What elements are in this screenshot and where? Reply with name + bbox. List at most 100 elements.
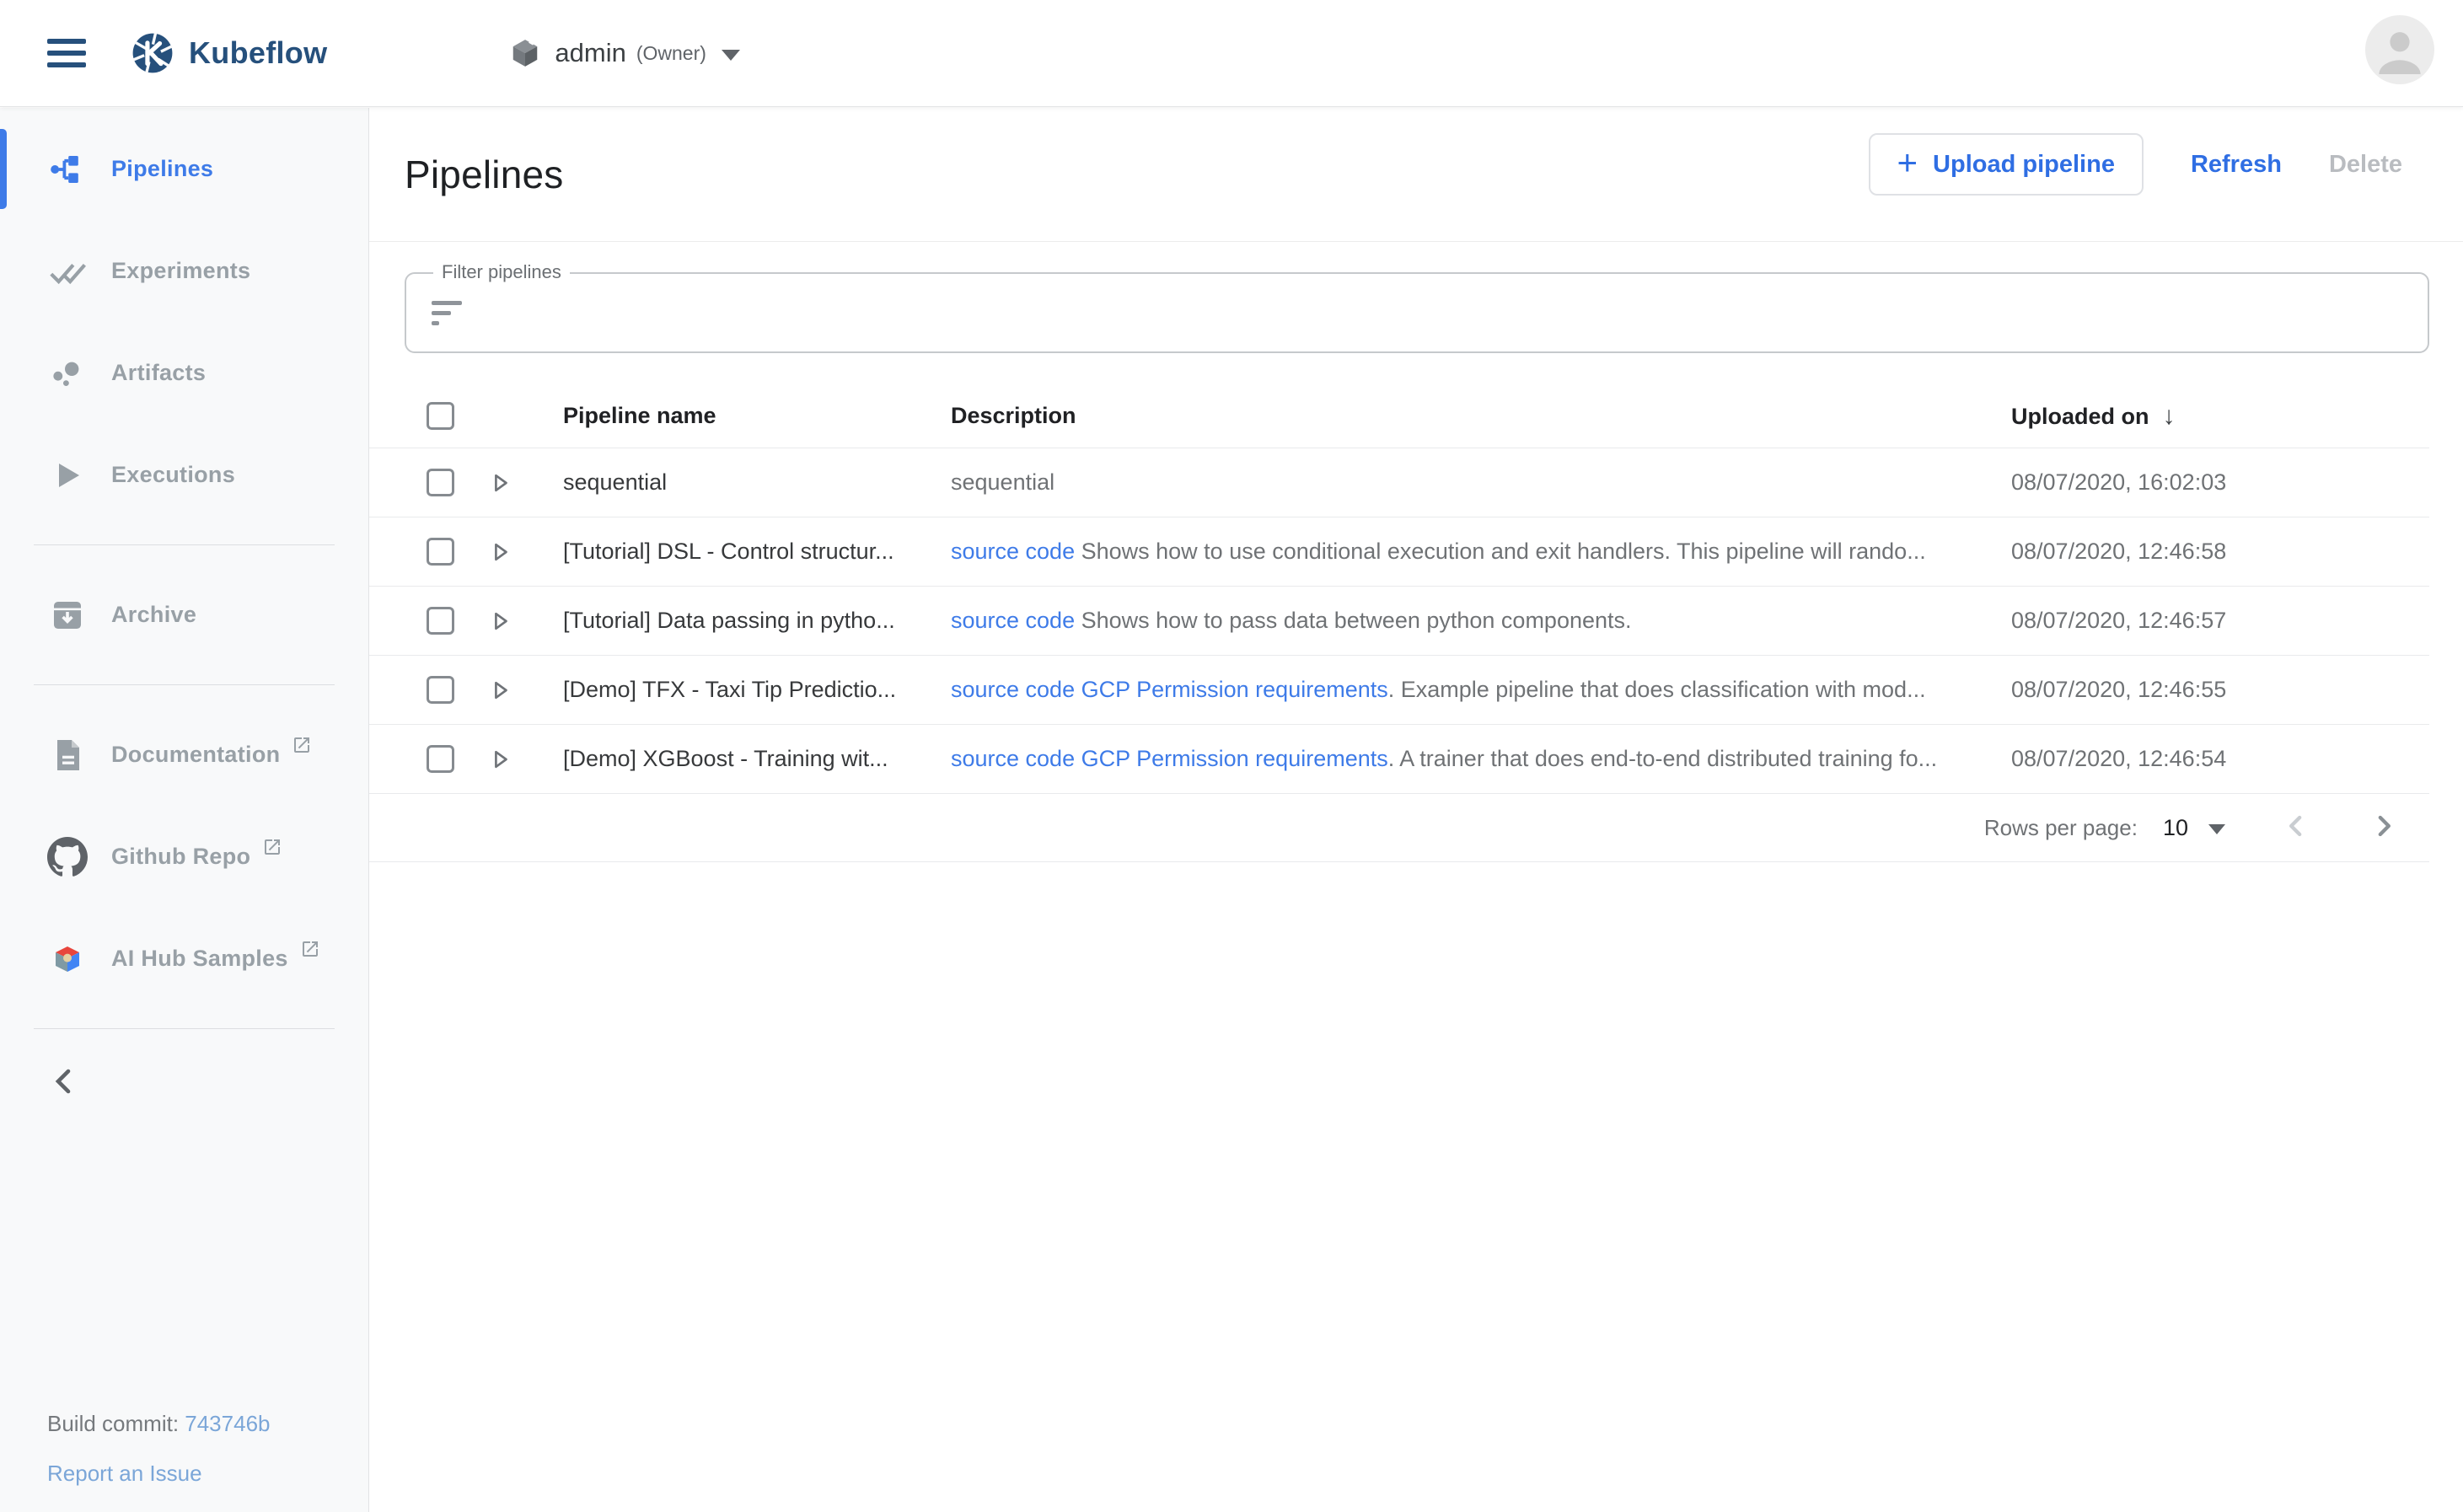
pipeline-description: source code GCP Permission requirements.… [951,677,2011,703]
description-text: sequential [951,469,1054,495]
row-checkbox[interactable] [427,469,454,496]
page-title: Pipelines [405,152,563,197]
previous-page-button[interactable] [2279,809,2313,847]
pipeline-name[interactable]: [Demo] TFX - Taxi Tip Predictio... [563,677,934,703]
filter-input[interactable]: Filter pipelines [405,272,2429,353]
chevron-down-icon [2208,824,2225,834]
description-text: Shows how to use conditional execution a… [1075,539,1926,564]
table-row: sequential sequential 08/07/2020, 16:02:… [369,448,2429,517]
build-commit-link[interactable]: 743746b [185,1411,270,1436]
rows-per-page-label: Rows per page: [1984,815,2138,841]
ai-hub-icon [47,939,88,979]
refresh-button[interactable]: Refresh [2191,151,2282,179]
description-text: . Example pipeline that does classificat… [1388,677,1926,702]
sidebar-item-label: AI Hub Samples [111,946,288,972]
table-row: [Demo] XGBoost - Training wit... source … [369,725,2429,794]
pipeline-description: source code Shows how to pass data betwe… [951,608,2011,634]
artifacts-icon [47,353,88,394]
top-bar: Kubeflow admin (Owner) [0,0,2463,107]
table-row: [Tutorial] DSL - Control structur... sou… [369,517,2429,587]
plus-icon: + [1897,142,1918,183]
sidebar-footer: Build commit: 743746b Report an Issue [47,1411,271,1487]
gcp-permission-requirements-link[interactable]: GCP Permission requirements [1081,746,1388,771]
external-link-icon [300,939,320,963]
github-icon [47,837,88,877]
sidebar: Pipelines Experiments Artifacts [0,108,369,1512]
avatar[interactable] [2365,15,2434,84]
sidebar-item-documentation[interactable]: Documentation [0,704,368,806]
expand-row-button[interactable] [494,612,516,630]
sidebar-item-executions[interactable]: Executions [0,424,368,526]
rows-per-page-value: 10 [2163,815,2188,841]
sidebar-item-label: Pipelines [111,156,213,182]
chevron-down-icon [722,50,740,61]
namespace-selector[interactable]: admin (Owner) [509,37,740,69]
pipeline-name[interactable]: [Demo] XGBoost - Training wit... [563,746,934,772]
chevron-left-icon [44,1061,84,1102]
uploaded-date: 08/07/2020, 12:46:55 [2011,677,2399,703]
row-checkbox[interactable] [427,607,454,635]
archive-icon [47,595,88,635]
sidebar-divider [34,544,335,545]
pipeline-description: source code GCP Permission requirements.… [951,746,2011,772]
page-header: Pipelines + Upload pipeline Refresh Dele… [369,108,2463,242]
experiments-icon [47,251,88,292]
pagination-bar: Rows per page: 10 [369,794,2429,862]
report-issue-link[interactable]: Report an Issue [47,1461,202,1486]
pipeline-name[interactable]: [Tutorial] DSL - Control structur... [563,539,934,565]
column-header-description[interactable]: Description [951,403,2011,429]
package-icon [509,37,541,69]
rows-per-page-select[interactable]: 10 [2163,815,2225,841]
column-header-uploaded-on[interactable]: Uploaded on ↓ [2011,402,2399,431]
delete-button[interactable]: Delete [2329,151,2402,179]
hamburger-menu-button[interactable] [47,32,86,74]
sidebar-item-label: Artifacts [111,360,206,386]
pipeline-name[interactable]: [Tutorial] Data passing in pytho... [563,608,934,634]
expand-row-button[interactable] [494,474,516,492]
sidebar-item-experiments[interactable]: Experiments [0,220,368,322]
next-page-button[interactable] [2367,809,2401,847]
filter-icon [432,299,465,334]
row-checkbox[interactable] [427,745,454,773]
source-code-link[interactable]: source code [951,539,1075,564]
source-code-link[interactable]: source code [951,677,1075,702]
executions-icon [47,455,88,496]
sidebar-item-ai-hub-samples[interactable]: AI Hub Samples [0,908,368,1010]
column-header-pipeline-name[interactable]: Pipeline name [563,403,934,429]
pipeline-description: sequential [951,469,2011,496]
table-row: [Demo] TFX - Taxi Tip Predictio... sourc… [369,656,2429,725]
sidebar-item-label: Experiments [111,258,250,284]
expand-row-button[interactable] [494,750,516,769]
uploaded-date: 08/07/2020, 12:46:54 [2011,746,2399,772]
documentation-icon [47,735,88,775]
sidebar-collapse-button[interactable] [44,1061,84,1102]
sidebar-item-label: Archive [111,602,196,628]
expand-row-button[interactable] [494,543,516,561]
sidebar-item-archive[interactable]: Archive [0,564,368,666]
uploaded-on-label: Uploaded on [2011,404,2149,429]
select-all-checkbox[interactable] [427,402,454,430]
sidebar-divider [34,1028,335,1029]
row-checkbox[interactable] [427,676,454,704]
pipeline-description: source code Shows how to use conditional… [951,539,2011,565]
person-icon [2365,15,2434,84]
build-commit: Build commit: 743746b [47,1411,271,1437]
upload-pipeline-label: Upload pipeline [1933,151,2115,179]
expand-row-button[interactable] [494,681,516,700]
sort-desc-icon: ↓ [2163,402,2176,430]
gcp-permission-requirements-link[interactable]: GCP Permission requirements [1081,677,1388,702]
pipeline-name[interactable]: sequential [563,469,934,496]
active-indicator [0,129,7,209]
upload-pipeline-button[interactable]: + Upload pipeline [1869,133,2144,196]
sidebar-item-label: Github Repo [111,844,250,870]
source-code-link[interactable]: source code [951,608,1075,633]
row-checkbox[interactable] [427,538,454,566]
build-commit-label: Build commit: [47,1411,185,1436]
sidebar-item-artifacts[interactable]: Artifacts [0,322,368,424]
table-row: [Tutorial] Data passing in pytho... sour… [369,587,2429,656]
sidebar-item-label: Executions [111,462,235,488]
sidebar-item-pipelines[interactable]: Pipelines [0,118,368,220]
source-code-link[interactable]: source code [951,746,1075,771]
pipelines-table: Pipeline name Description Uploaded on ↓ s… [369,384,2429,862]
sidebar-item-github-repo[interactable]: Github Repo [0,806,368,908]
